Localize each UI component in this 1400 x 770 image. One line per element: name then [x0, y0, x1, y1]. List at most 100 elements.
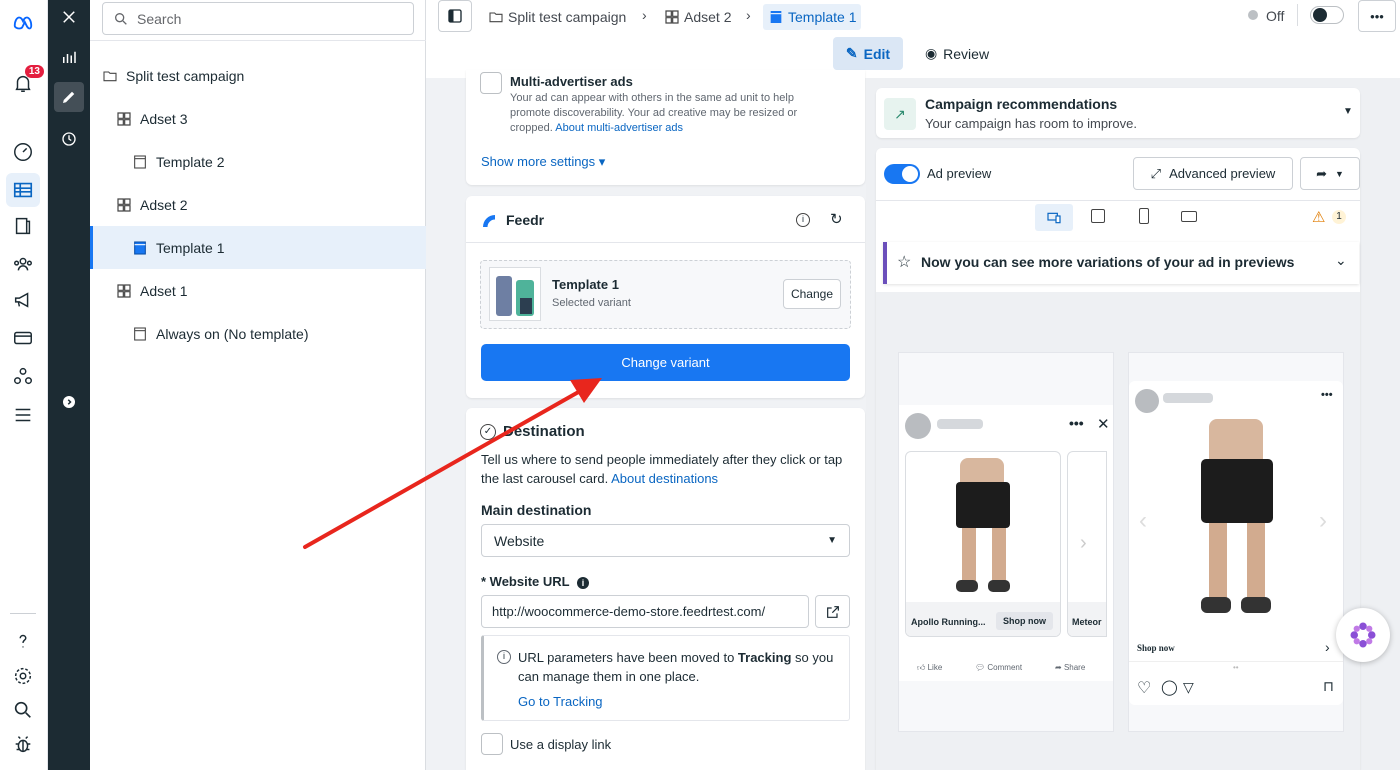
chevron-left-icon[interactable]: ‹ [1139, 507, 1147, 535]
search-input[interactable]: Search [102, 2, 414, 35]
more-options-icon[interactable]: ••• [1358, 0, 1396, 32]
meta-logo[interactable] [8, 8, 38, 38]
chevron-right-icon: › [746, 7, 751, 23]
settings-card: Multi-advertiser ads Your ad can appear … [466, 70, 865, 185]
tree-item-campaign[interactable]: Split test campaign [90, 54, 426, 97]
caret-down-icon: ▼ [1343, 106, 1353, 117]
chevron-down-icon: ⌄ [1335, 252, 1347, 268]
trend-icon: ↗ [884, 98, 916, 130]
close-icon[interactable] [54, 2, 84, 32]
template-icon [770, 11, 782, 23]
breadcrumb-label: Adset 2 [684, 9, 732, 25]
fb-comment-label: Comment [987, 663, 1023, 672]
website-url-label: * Website URL [481, 574, 570, 589]
info-icon[interactable]: i [796, 213, 810, 227]
settings-gear-icon[interactable] [8, 661, 38, 691]
chevron-right-icon[interactable]: › [1319, 507, 1327, 535]
change-template-button[interactable]: Change [783, 279, 841, 309]
display-link-checkbox[interactable] [481, 733, 503, 755]
instagram-feed-preview: ••• ‹ › Shop now › •• ♡ ◯ ▽ ⊓ [1128, 352, 1344, 732]
edit-pencil-icon[interactable] [54, 82, 84, 112]
main-destination-select[interactable]: Website ▼ [481, 524, 850, 557]
ai-assistant-flower-icon[interactable] [1336, 608, 1390, 662]
fb-like-label: Like [927, 663, 943, 672]
square-format-icon[interactable] [1091, 209, 1105, 223]
share-dropdown-button[interactable]: ➦ ▼ [1300, 157, 1360, 190]
template-name: Template 1 [552, 277, 619, 292]
heart-icon[interactable]: ♡ [1137, 678, 1151, 698]
tree-item-adset-1[interactable]: Adset 1 [90, 269, 426, 312]
campaigns-table-icon[interactable] [6, 173, 40, 207]
ig-shop-now-link[interactable]: Shop now [1137, 643, 1175, 653]
more-dots-icon[interactable]: ••• [1069, 415, 1084, 431]
variations-banner[interactable]: ☆ Now you can see more variations of you… [883, 242, 1359, 284]
feedr-logo-icon [480, 212, 498, 233]
fb-like-action[interactable]: 👍︎ Like [917, 663, 942, 673]
business-settings-icon[interactable] [8, 361, 38, 391]
go-to-tracking-link[interactable]: Go to Tracking [518, 694, 603, 709]
edit-mode-button[interactable]: ✎ Edit [833, 37, 903, 70]
dashboard-icon[interactable] [8, 137, 38, 167]
warning-icon[interactable]: ⚠ [1312, 208, 1325, 226]
toggle-sidebar-icon[interactable] [438, 0, 472, 32]
fb-shop-now-button[interactable]: Shop now [996, 612, 1053, 630]
fb-share-action[interactable]: ➦ Share [1055, 663, 1085, 672]
refresh-icon[interactable]: ↻ [830, 210, 843, 228]
divider [1129, 661, 1343, 662]
tree-item-template-2[interactable]: Template 2 [90, 140, 426, 183]
help-icon[interactable] [8, 626, 38, 656]
megaphone-icon[interactable] [8, 285, 38, 315]
website-url-input[interactable]: http://woocommerce-demo-store.feedrtest.… [481, 595, 809, 628]
multi-advertiser-checkbox[interactable] [480, 72, 502, 94]
folder-icon [103, 70, 117, 81]
edit-label: Edit [863, 45, 891, 62]
destination-card: ✓ Destination Tell us where to send peop… [466, 408, 865, 770]
about-multi-advertiser-link[interactable]: About multi-advertiser ads [555, 122, 683, 134]
landscape-format-icon[interactable] [1181, 211, 1197, 222]
tree-item-adset-3[interactable]: Adset 3 [90, 97, 426, 140]
multi-advertiser-desc: Your ad can appear with others in the sa… [510, 91, 820, 136]
divider [90, 40, 426, 41]
mobile-format-icon[interactable] [1139, 208, 1149, 224]
breadcrumb-campaign[interactable]: Split test campaign [488, 4, 626, 30]
device-desktop-mobile-icon[interactable] [1035, 204, 1073, 231]
all-tools-menu-icon[interactable] [8, 400, 38, 430]
tree-item-always-on[interactable]: Always on (No template) [90, 312, 426, 355]
fb-carousel-card-2[interactable]: › Meteor [1067, 451, 1107, 637]
audiences-icon[interactable] [8, 249, 38, 279]
fb-carousel-card-1[interactable]: Apollo Running... Shop now [905, 451, 1061, 637]
catalog-icon[interactable] [8, 211, 38, 241]
info-filled-icon[interactable]: i [577, 577, 589, 589]
comment-bubble-icon[interactable]: ◯ [1161, 678, 1178, 696]
tree-item-template-1[interactable]: Template 1 [90, 226, 426, 269]
chevron-right-icon[interactable]: › [1325, 639, 1330, 655]
breadcrumb-template[interactable]: Template 1 [763, 4, 862, 30]
bug-report-icon[interactable] [8, 729, 38, 759]
billing-card-icon[interactable] [8, 323, 38, 353]
notifications-icon[interactable]: 13 [8, 65, 44, 98]
more-dots-icon[interactable]: ••• [1321, 389, 1333, 401]
on-off-toggle[interactable] [1310, 6, 1344, 24]
adset-grid-icon [117, 283, 131, 298]
breadcrumb-adset[interactable]: Adset 2 [664, 4, 731, 30]
close-icon[interactable]: ✕ [1097, 415, 1110, 433]
advanced-preview-button[interactable]: ⤢ Advanced preview [1133, 157, 1293, 190]
tree-item-adset-2[interactable]: Adset 2 [90, 183, 426, 226]
bookmark-icon[interactable]: ⊓ [1323, 678, 1334, 695]
change-variant-button[interactable]: Change variant [481, 344, 850, 381]
status-dot [1248, 10, 1258, 20]
open-url-external-icon[interactable] [815, 595, 850, 628]
reporting-chart-icon[interactable] [54, 42, 84, 72]
history-clock-icon[interactable] [54, 124, 84, 154]
review-mode-button[interactable]: ◉ Review [920, 37, 994, 70]
template-subtitle: Selected variant [552, 297, 631, 309]
show-more-settings-link[interactable]: Show more settings ▾ [481, 154, 605, 170]
ad-preview-toggle[interactable] [884, 164, 920, 184]
search-icon[interactable] [8, 695, 38, 725]
campaign-recommendations-card[interactable]: ↗ Campaign recommendations Your campaign… [876, 88, 1360, 138]
rail-divider [10, 613, 36, 614]
about-destinations-link[interactable]: About destinations [611, 471, 718, 486]
expand-panel-icon[interactable] [54, 387, 84, 417]
fb-comment-action[interactable]: 💬︎ Comment [975, 663, 1022, 672]
send-icon[interactable]: ▽ [1183, 679, 1194, 696]
